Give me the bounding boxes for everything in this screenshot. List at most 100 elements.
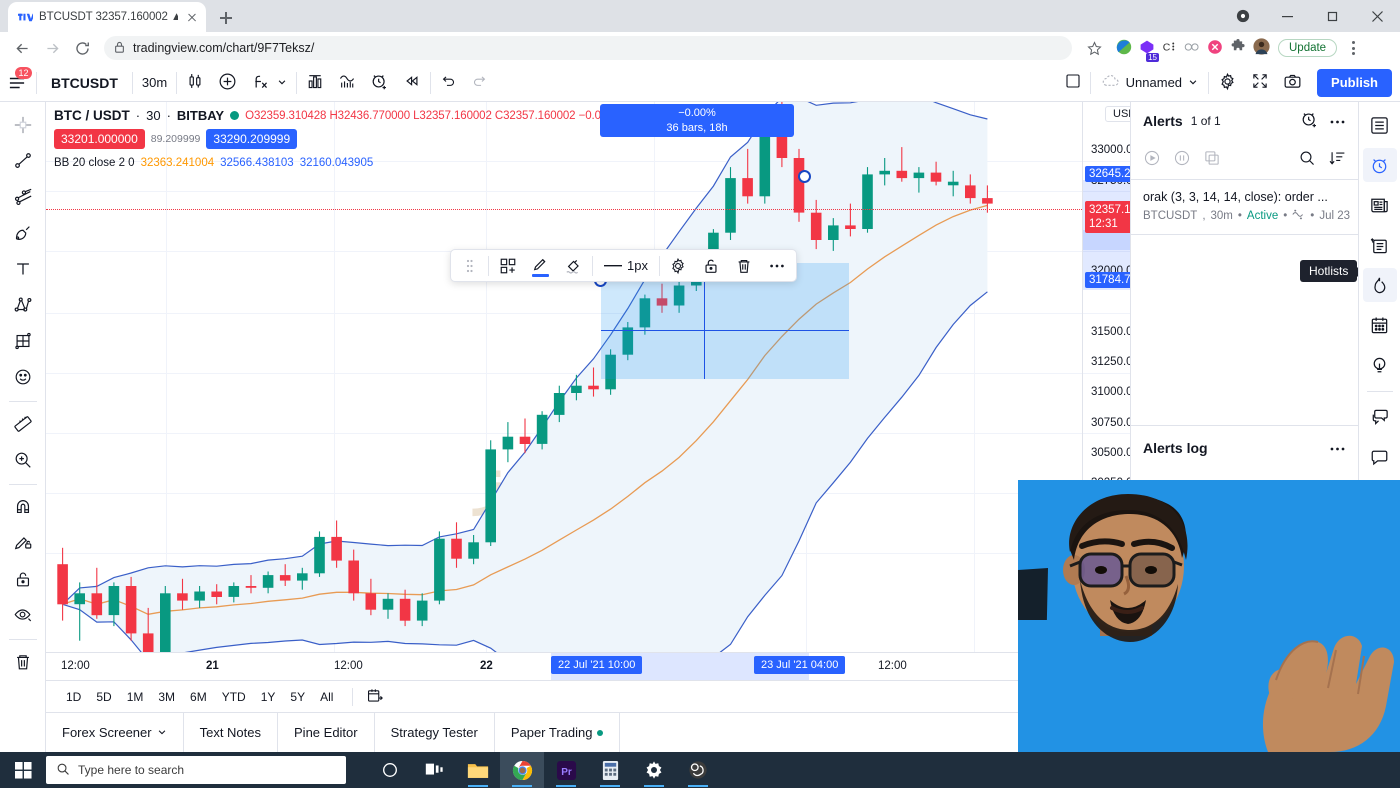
alert-list-item[interactable]: orak (3, 3, 14, 14, close): order ... BT… — [1131, 180, 1358, 235]
gear-icon[interactable] — [662, 250, 695, 281]
pitchfork-icon[interactable] — [6, 180, 40, 214]
back-button[interactable] — [8, 34, 36, 62]
interval-button[interactable]: 30m — [135, 69, 174, 97]
purple-extension-icon[interactable]: 15 — [1139, 39, 1159, 62]
adblock-extension-icon[interactable] — [1207, 39, 1223, 58]
range-1y[interactable]: 1Y — [255, 687, 282, 707]
range-all[interactable]: All — [314, 687, 339, 707]
tab-text-notes[interactable]: Text Notes — [184, 712, 279, 753]
symbol-search-button[interactable]: BTCUSDT — [39, 69, 130, 97]
layout-select-square-button[interactable] — [1058, 69, 1088, 97]
chart-settings-button[interactable] — [1211, 69, 1244, 97]
news-icon[interactable] — [1363, 188, 1397, 222]
tab-forex-screener[interactable]: Forex Screener — [46, 712, 184, 753]
emoji-sticker-icon[interactable] — [6, 360, 40, 394]
range-ytd[interactable]: YTD — [216, 687, 252, 707]
line-width-button[interactable]: 1px — [595, 258, 657, 273]
calendar-icon[interactable] — [1363, 308, 1397, 342]
obs-studio-icon[interactable] — [676, 752, 720, 788]
bar-pattern-button[interactable] — [299, 69, 331, 97]
windows-start-icon[interactable] — [0, 752, 46, 788]
trash-icon[interactable] — [728, 250, 761, 281]
main-menu-button[interactable]: 12 — [0, 66, 34, 97]
cross-cursor-icon[interactable] — [6, 108, 40, 142]
bar-replay-button[interactable] — [396, 69, 428, 97]
forecast-projection-icon[interactable] — [6, 324, 40, 358]
range-3m[interactable]: 3M — [152, 687, 181, 707]
alerts-alarm-icon[interactable] — [1362, 148, 1397, 182]
taskbar-search-box[interactable]: Type here to search — [46, 756, 346, 784]
idm-extension-icon[interactable] — [1116, 39, 1132, 58]
chrome-icon[interactable] — [500, 752, 544, 788]
chrome-menu-button[interactable] — [1343, 41, 1363, 55]
drag-dots-icon[interactable] — [453, 250, 486, 281]
close-button[interactable] — [1355, 0, 1400, 32]
update-button[interactable]: Update — [1278, 39, 1338, 57]
forward-button[interactable] — [38, 34, 66, 62]
zoom-in-icon[interactable] — [6, 443, 40, 477]
range-5y[interactable]: 5Y — [284, 687, 311, 707]
link-extension-icon[interactable] — [1184, 40, 1200, 57]
measure-handle-end[interactable] — [798, 170, 811, 183]
hide-drawings-icon[interactable] — [6, 598, 40, 632]
address-bar[interactable]: tradingview.com/chart/9F7Teksz/ — [104, 36, 1072, 60]
tab-paper-trading[interactable]: Paper Trading — [495, 712, 621, 753]
pattern-xabcd-icon[interactable] — [6, 288, 40, 322]
more-horizontal-icon[interactable] — [1329, 114, 1346, 128]
range-6m[interactable]: 6M — [184, 687, 213, 707]
more-horizontal-icon[interactable] — [761, 250, 794, 281]
text-tool-icon[interactable] — [6, 252, 40, 286]
indicators-button[interactable] — [244, 69, 294, 97]
task-view-icon[interactable] — [412, 752, 456, 788]
brush-draw-icon[interactable] — [6, 216, 40, 250]
price-unit-chip[interactable]: USDT — [1105, 106, 1130, 122]
legend-exchange[interactable]: BITBAY — [177, 108, 224, 123]
range-1m[interactable]: 1M — [121, 687, 150, 707]
wave-indicator-button[interactable] — [331, 69, 363, 97]
templates-add-icon[interactable] — [491, 250, 524, 281]
chevron-down-icon[interactable] — [157, 725, 167, 740]
goto-date-icon[interactable] — [366, 687, 384, 707]
avatar[interactable] — [1253, 38, 1270, 58]
file-explorer-icon[interactable] — [456, 752, 500, 788]
range-5d[interactable]: 5D — [90, 687, 117, 707]
watchlist-icon[interactable] — [1363, 108, 1397, 142]
fullscreen-button[interactable] — [1244, 69, 1276, 97]
pause-circle-icon[interactable] — [1173, 149, 1191, 170]
hotlists-flame-icon[interactable] — [1362, 268, 1397, 302]
colorzilla-extension-icon[interactable]: C — [1162, 39, 1177, 57]
indicator-name[interactable]: BB 20 close 2 0 — [54, 157, 135, 169]
private-chat-icon[interactable] — [1363, 440, 1397, 474]
stay-in-drawing-mode-icon[interactable] — [6, 526, 40, 560]
new-tab-button[interactable] — [212, 4, 240, 32]
legend-interval[interactable]: 30 — [146, 108, 160, 123]
add-compare-button[interactable] — [211, 69, 244, 97]
public-chat-icon[interactable] — [1363, 400, 1397, 434]
calculator-icon[interactable] — [588, 752, 632, 788]
magnet-mode-icon[interactable] — [6, 490, 40, 524]
paint-bucket-icon[interactable] — [557, 250, 590, 281]
create-alert-button[interactable] — [363, 69, 396, 97]
measure-ruler-icon[interactable] — [6, 407, 40, 441]
chrome-profile-icon[interactable] — [1220, 0, 1265, 32]
undo-button[interactable] — [433, 69, 464, 97]
layout-name-button[interactable]: Unnamed — [1093, 69, 1206, 97]
settings-gear-icon[interactable] — [632, 752, 676, 788]
redo-button[interactable] — [464, 69, 495, 97]
tab-pine-editor[interactable]: Pine Editor — [278, 712, 375, 753]
unlock-icon[interactable] — [695, 250, 728, 281]
premiere-pro-icon[interactable]: Pr — [544, 752, 588, 788]
alarm-clock-plus-icon[interactable] — [1300, 110, 1319, 132]
cortana-icon[interactable] — [368, 752, 412, 788]
puzzle-extensions-icon[interactable] — [1230, 38, 1246, 58]
browser-tab[interactable]: BTCUSDT 32357.160002 ▲ +0.62 — [8, 2, 206, 32]
remove-drawings-icon[interactable] — [6, 645, 40, 679]
search-icon[interactable] — [1298, 149, 1316, 170]
bookmark-star-icon[interactable] — [1080, 34, 1108, 62]
data-window-icon[interactable] — [1363, 228, 1397, 262]
maximize-button[interactable] — [1310, 0, 1355, 32]
chevron-down-icon[interactable] — [277, 75, 287, 90]
pencil-color-icon[interactable] — [524, 250, 557, 281]
minimize-button[interactable] — [1265, 0, 1310, 32]
more-horizontal-icon[interactable] — [1329, 441, 1346, 455]
